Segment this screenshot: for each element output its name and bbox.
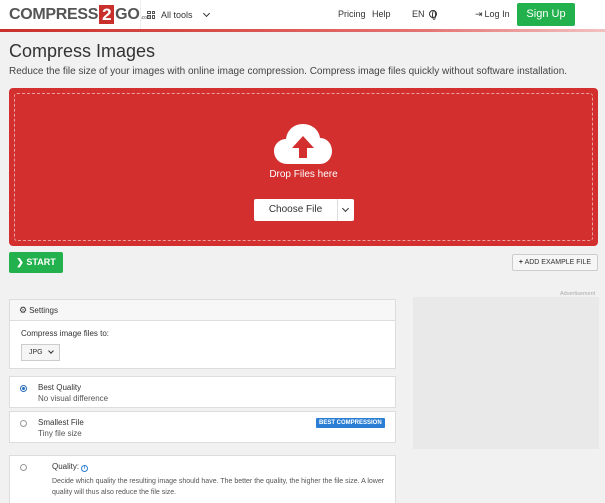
chevron-right-icon: ❯ <box>16 257 24 267</box>
chevron-down-icon <box>202 9 210 17</box>
option-smallest-file[interactable]: Smallest File Tiny file size BEST COMPRE… <box>9 411 396 443</box>
option-title: Best Quality <box>38 383 82 392</box>
compress2go-logo[interactable]: COMPRESS 2 GO .com <box>9 5 151 24</box>
advertisement-box <box>413 297 599 449</box>
logo-go: GO <box>115 5 140 23</box>
login-label: Log In <box>484 9 510 19</box>
custom-quality-radio[interactable] <box>20 464 27 471</box>
quality-description: Decide which quality the resulting image… <box>52 478 385 496</box>
all-tools-label: All tools <box>161 9 193 20</box>
add-example-label: ADD EXAMPLE FILE <box>524 259 592 266</box>
option-title: Smallest File <box>38 418 84 427</box>
logo-number: 2 <box>99 5 115 24</box>
settings-heading: Settings <box>29 306 58 315</box>
chevron-down-icon[interactable] <box>338 199 354 221</box>
login-link[interactable]: ⇥ Log In <box>475 0 510 29</box>
choose-file-label: Choose File <box>254 199 338 221</box>
add-example-file-button[interactable]: + ADD EXAMPLE FILE <box>512 254 598 271</box>
signup-button[interactable]: Sign Up <box>517 3 575 26</box>
option-best-quality[interactable]: Best Quality No visual difference <box>9 376 396 408</box>
page-subtitle: Reduce the file size of your images with… <box>9 66 568 77</box>
best-compression-badge: BEST COMPRESSION <box>316 418 385 428</box>
smallest-file-radio[interactable] <box>20 420 27 427</box>
compress-to-label: Compress image files to: <box>21 329 110 338</box>
grid-icon <box>147 10 155 19</box>
help-link[interactable]: Help <box>372 0 391 29</box>
all-tools-dropdown[interactable]: All tools <box>140 0 210 29</box>
page-title: Compress Images <box>9 41 156 61</box>
logo-text: COMPRESS <box>9 5 99 23</box>
option-desc: Tiny file size <box>38 429 82 438</box>
gears-icon: ⚙ <box>19 305 28 315</box>
settings-panel: ⚙ Settings Compress image files to: JPG <box>9 299 396 369</box>
format-select[interactable]: JPG <box>21 344 60 361</box>
drop-files-text: Drop Files here <box>269 169 338 180</box>
quality-label: Quality: <box>52 462 80 471</box>
start-label: START <box>26 257 56 267</box>
option-custom-quality[interactable]: Quality: i Decide which quality the resul… <box>9 455 396 503</box>
option-desc: No visual difference <box>38 394 109 403</box>
choose-file-button[interactable]: Choose File <box>254 199 354 221</box>
settings-header: ⚙ Settings <box>10 300 395 321</box>
pricing-link[interactable]: Pricing <box>338 0 366 29</box>
plus-icon: + <box>518 259 523 266</box>
top-navbar: COMPRESS 2 GO .com All tools Pricing Help E… <box>0 0 605 29</box>
globe-icon <box>429 10 438 20</box>
header-stripe <box>0 29 605 32</box>
file-drop-zone[interactable]: Drop Files here Choose File <box>9 88 598 246</box>
start-button[interactable]: ❯ START <box>9 252 63 273</box>
cloud-upload-icon <box>274 124 332 164</box>
language-label: EN <box>412 9 425 19</box>
language-selector[interactable]: EN <box>412 0 438 29</box>
best-quality-radio[interactable] <box>20 385 27 392</box>
login-icon: ⇥ <box>475 9 483 19</box>
info-icon[interactable]: i <box>81 465 89 472</box>
quality-title: Quality: i <box>52 462 89 472</box>
